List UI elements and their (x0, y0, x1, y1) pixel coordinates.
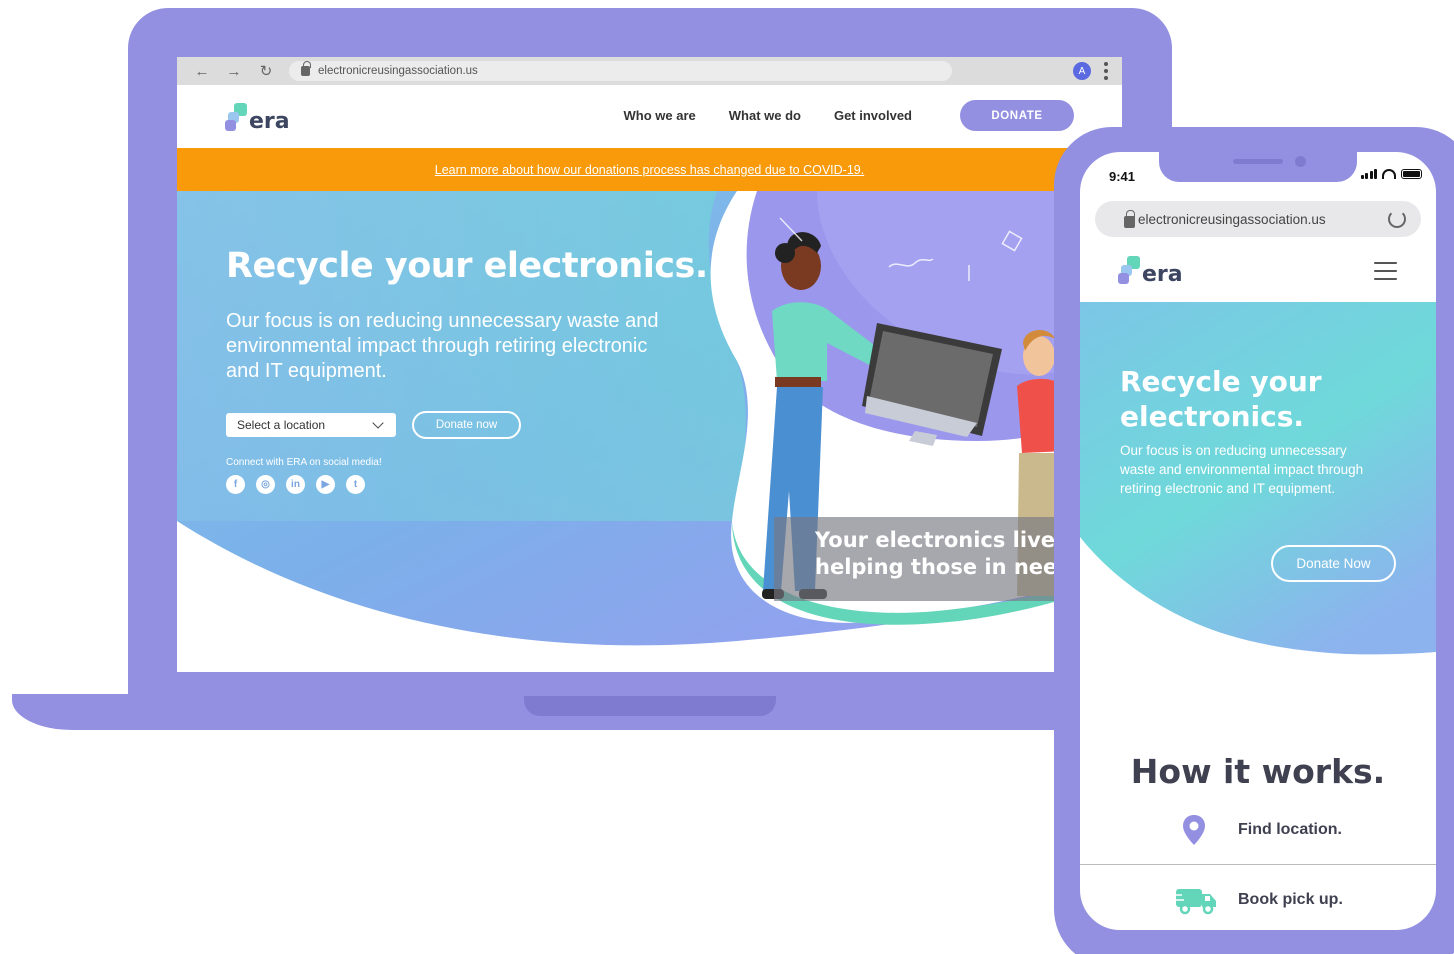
camera-icon (1295, 156, 1306, 167)
facebook-icon[interactable]: f (226, 475, 245, 494)
step-find-location[interactable]: Find location. (1080, 800, 1436, 860)
twitter-icon[interactable]: t (346, 475, 365, 494)
hero-section: Recycle your electronics. Our focus is o… (177, 191, 1122, 672)
hero-subtitle: Our focus is on reducing unnecessary was… (226, 310, 659, 382)
donate-now-button[interactable]: Donate now (412, 411, 521, 439)
covid-banner-link[interactable]: Learn more about how our donations proce… (435, 163, 864, 177)
battery-icon (1401, 169, 1422, 179)
phone-screen: 9:41 electronicreusingassociation.us era (1080, 152, 1436, 930)
step-label: Find location. (1238, 821, 1342, 838)
phone-address-url: electronicreusingassociation.us (1138, 211, 1326, 227)
address-bar[interactable]: electronicreusingassociation.us (289, 61, 952, 81)
phone-donate-now-button[interactable]: Donate Now (1271, 545, 1396, 582)
location-select[interactable]: Select a location (226, 413, 396, 437)
social-links: f ◎ in ▶ t (226, 475, 365, 494)
covid-banner: Learn more about how our donations proce… (177, 148, 1122, 191)
mockup-stage: ← → ↻ electronicreusingassociation.us A … (0, 0, 1454, 954)
site-header: era Who we are What we do Get involved D… (177, 85, 1122, 148)
speaker-icon (1233, 159, 1283, 164)
step-label: Book pick up. (1238, 891, 1343, 908)
location-select-label: Select a location (237, 418, 326, 432)
nav-get-involved[interactable]: Get involved (834, 108, 912, 123)
instagram-icon[interactable]: ◎ (256, 475, 275, 494)
status-icons (1360, 169, 1422, 179)
lock-icon (1124, 210, 1135, 228)
chevron-down-icon (372, 417, 384, 429)
status-time: 9:41 (1109, 169, 1136, 184)
nav-who-we-are[interactable]: Who we are (624, 108, 696, 123)
logo-text: era (1142, 262, 1183, 287)
lock-icon (301, 61, 311, 76)
phone-site-header: era (1080, 244, 1436, 302)
logo-text: era (249, 109, 290, 134)
donate-button[interactable]: DONATE (960, 100, 1074, 131)
era-logo[interactable]: era (1118, 256, 1183, 286)
social-connect-text: Connect with ERA on social media! (226, 457, 382, 468)
reload-icon[interactable]: ↻ (257, 62, 275, 80)
signal-icon (1360, 169, 1377, 179)
phone-address-bar[interactable]: electronicreusingassociation.us (1095, 201, 1421, 237)
menu-kebab-icon[interactable] (1103, 62, 1109, 80)
nav-what-we-do[interactable]: What we do (729, 108, 801, 123)
laptop-notch (524, 696, 776, 716)
browser-nav-buttons: ← → ↻ (177, 62, 275, 81)
wifi-icon (1382, 169, 1396, 179)
laptop-screen: ← → ↻ electronicreusingassociation.us A … (177, 57, 1122, 672)
forward-arrow-icon[interactable]: → (225, 63, 243, 80)
location-pin-icon (1183, 815, 1205, 845)
reload-icon[interactable] (1388, 210, 1406, 228)
phone-hero: Recycle your electronics. Our focus is o… (1080, 302, 1436, 672)
era-logo[interactable]: era (225, 103, 290, 133)
step-book-pickup[interactable]: Book pick up. (1080, 870, 1436, 930)
divider (1080, 864, 1436, 865)
hamburger-menu-icon[interactable] (1374, 262, 1397, 280)
profile-avatar[interactable]: A (1073, 62, 1091, 80)
browser-toolbar: ← → ↻ electronicreusingassociation.us A (177, 57, 1122, 85)
phone-notch (1159, 152, 1357, 182)
back-arrow-icon[interactable]: ← (193, 63, 211, 80)
truck-icon (1174, 889, 1216, 915)
linkedin-icon[interactable]: in (286, 475, 305, 494)
logo-mark-icon (1118, 256, 1144, 286)
logo-mark-icon (225, 103, 251, 133)
youtube-icon[interactable]: ▶ (316, 475, 335, 494)
address-bar-url: electronicreusingassociation.us (318, 65, 478, 77)
phone-hero-title: Recycle your electronics. (1120, 365, 1322, 433)
hero-title: Recycle your electronics. (226, 246, 708, 286)
how-it-works-title: How it works. (1130, 752, 1386, 791)
phone-hero-subtitle: Our focus is on reducing unnecessary was… (1120, 443, 1364, 496)
main-nav: Who we are What we do Get involved (624, 108, 913, 123)
